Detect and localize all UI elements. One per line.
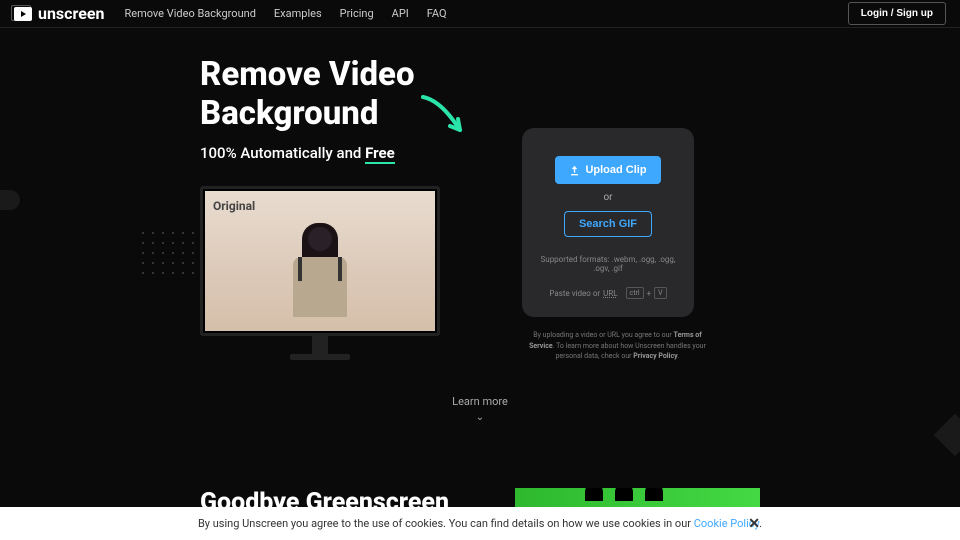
- kbd-v: V: [654, 287, 666, 299]
- logo[interactable]: unscreen: [14, 4, 104, 23]
- video-preview: Original: [205, 191, 435, 331]
- nav-api[interactable]: API: [392, 7, 409, 20]
- paste-hint: Paste video or URL ctrl + V: [536, 287, 680, 299]
- cookie-banner: By using Unscreen you agree to the use o…: [0, 507, 960, 540]
- decorative-shape-right: [934, 414, 960, 456]
- original-label: Original: [213, 199, 255, 213]
- or-divider: or: [536, 192, 680, 203]
- monitor-screen: Original: [200, 186, 440, 336]
- play-icon: [14, 7, 32, 21]
- nav-pricing[interactable]: Pricing: [340, 7, 374, 20]
- header-left: unscreen Remove Video Background Example…: [14, 4, 447, 23]
- decorative-dots: [142, 232, 202, 332]
- supported-formats: Supported formats: .webm, .ogg, .ogg, .o…: [536, 255, 680, 273]
- kbd-ctrl: ctrl: [626, 287, 644, 299]
- person-silhouette: [280, 221, 360, 331]
- paste-url-link[interactable]: URL: [603, 289, 617, 298]
- close-icon[interactable]: ✕: [748, 516, 760, 532]
- privacy-link[interactable]: Privacy Policy: [633, 352, 677, 360]
- monitor-base: [290, 354, 350, 360]
- monitor-stand: [312, 336, 328, 354]
- free-underline: Free: [365, 144, 395, 164]
- arrow-icon: [418, 92, 468, 142]
- upload-clip-button[interactable]: Upload Clip: [555, 156, 660, 184]
- search-gif-button[interactable]: Search GIF: [564, 211, 652, 237]
- main-nav: Remove Video Background Examples Pricing…: [124, 7, 446, 20]
- upload-icon: [569, 165, 580, 176]
- brand-name: unscreen: [38, 4, 104, 23]
- monitor-graphic: Original: [200, 186, 440, 360]
- nav-examples[interactable]: Examples: [274, 7, 322, 20]
- learn-more-link[interactable]: Learn more ⌄: [452, 395, 508, 423]
- cookie-text: By using Unscreen you agree to the use o…: [198, 517, 762, 530]
- hero-subtitle: 100% Automatically and Free: [200, 144, 500, 162]
- upload-card: Upload Clip or Search GIF Supported form…: [522, 128, 694, 317]
- header: unscreen Remove Video Background Example…: [0, 0, 960, 28]
- upload-disclaimer: By uploading a video or URL you agree to…: [520, 330, 715, 362]
- login-button[interactable]: Login / Sign up: [848, 2, 946, 25]
- chevron-down-icon: ⌄: [452, 412, 508, 423]
- nav-remove-bg[interactable]: Remove Video Background: [124, 7, 255, 20]
- nav-faq[interactable]: FAQ: [427, 7, 447, 20]
